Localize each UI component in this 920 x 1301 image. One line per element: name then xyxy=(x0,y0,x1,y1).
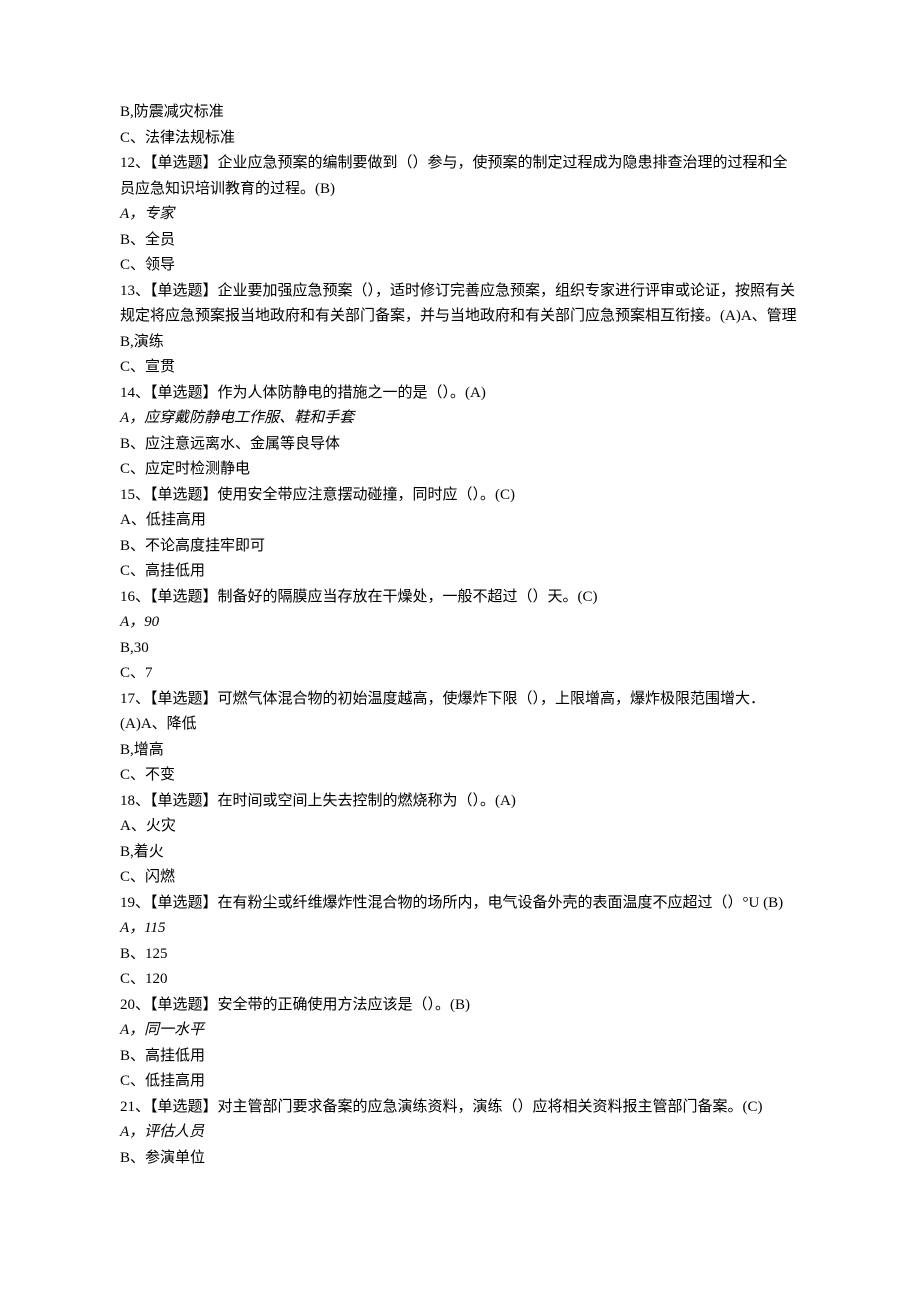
question-17: 17、【单选题】可燃气体混合物的初始温度越高，使爆炸下限（），上限增高，爆炸极限… xyxy=(120,687,800,738)
option-b: B、125 xyxy=(120,942,800,968)
option-b: B,着火 xyxy=(120,840,800,866)
question-16: 16、【单选题】制备好的隔膜应当存放在干燥处，一般不超过（）天。(C) xyxy=(120,585,800,611)
option-c: C、低挂高用 xyxy=(120,1069,800,1095)
question-12: 12、【单选题】企业应急预案的编制要做到（）参与，使预案的制定过程成为隐患排查治… xyxy=(120,151,800,202)
option-c: C、7 xyxy=(120,661,800,687)
question-21: 21、【单选题】对主管部门要求备案的应急演练资料，演练（）应将相关资料报主管部门… xyxy=(120,1095,800,1121)
option-c: C、闪燃 xyxy=(120,865,800,891)
text-line: B,防震减灾标准 xyxy=(120,100,800,126)
option-c: C、领导 xyxy=(120,253,800,279)
question-19: 19、【单选题】在有粉尘或纤维爆炸性混合物的场所内，电气设备外壳的表面温度不应超… xyxy=(120,891,800,917)
text-line: C、法律法规标准 xyxy=(120,126,800,152)
question-18: 18、【单选题】在时间或空间上失去控制的燃烧称为（）。(A) xyxy=(120,789,800,815)
option-a: A，应穿戴防静电工作服、鞋和手套 xyxy=(120,406,800,432)
option-b: B,演练 xyxy=(120,330,800,356)
option-b: B,30 xyxy=(120,636,800,662)
option-b: B、全员 xyxy=(120,228,800,254)
option-c: C、120 xyxy=(120,967,800,993)
option-a: A、低挂高用 xyxy=(120,508,800,534)
option-c: C、宣贯 xyxy=(120,355,800,381)
option-c: C、高挂低用 xyxy=(120,559,800,585)
option-a: A、火灾 xyxy=(120,814,800,840)
option-a: A，专家 xyxy=(120,202,800,228)
option-a: A，90 xyxy=(120,610,800,636)
option-b: B、应注意远离水、金属等良导体 xyxy=(120,432,800,458)
option-a: A，评估人员 xyxy=(120,1120,800,1146)
option-b: B、高挂低用 xyxy=(120,1044,800,1070)
document-page: B,防震减灾标准 C、法律法规标准 12、【单选题】企业应急预案的编制要做到（）… xyxy=(0,0,920,1231)
option-c: C、不变 xyxy=(120,763,800,789)
question-13: 13、【单选题】企业要加强应急预案（），适时修订完善应急预案，组织专家进行评审或… xyxy=(120,279,800,330)
question-20: 20、【单选题】安全带的正确使用方法应该是（）。(B) xyxy=(120,993,800,1019)
option-b: B、不论高度挂牢即可 xyxy=(120,534,800,560)
option-b: B,增高 xyxy=(120,738,800,764)
question-15: 15、【单选题】使用安全带应注意摆动碰撞，同时应（）。(C) xyxy=(120,483,800,509)
option-c: C、应定时检测静电 xyxy=(120,457,800,483)
option-a: A，115 xyxy=(120,916,800,942)
option-b: B、参演单位 xyxy=(120,1146,800,1172)
question-14: 14、【单选题】作为人体防静电的措施之一的是（）。(A) xyxy=(120,381,800,407)
option-a: A，同一水平 xyxy=(120,1018,800,1044)
